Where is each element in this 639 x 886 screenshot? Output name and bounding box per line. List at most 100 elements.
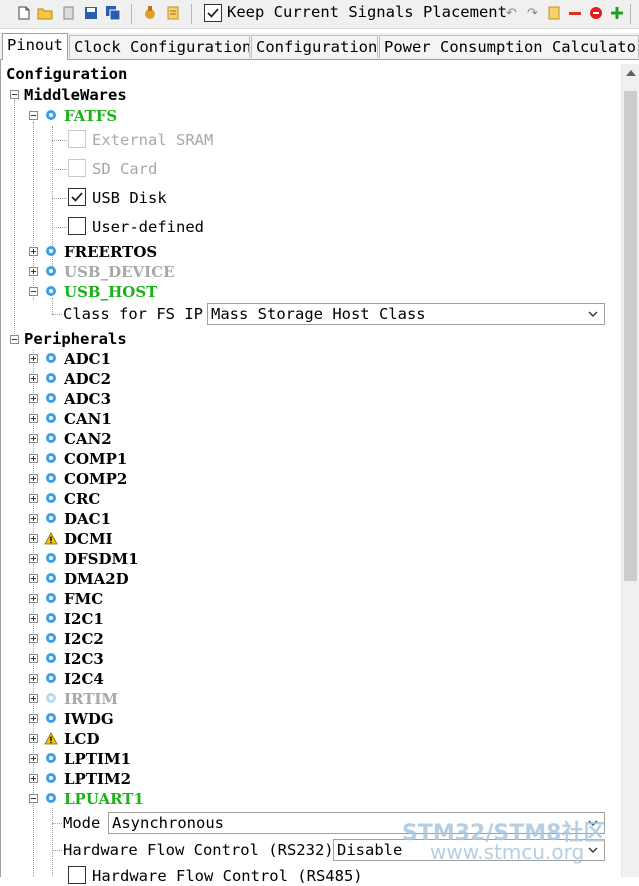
zoom-in-icon[interactable] xyxy=(608,4,625,22)
lptim2-expand-toggle[interactable] xyxy=(29,774,38,783)
tree-node-dac1[interactable]: DAC1 xyxy=(64,509,111,529)
tree-node-irtim[interactable]: IRTIM xyxy=(64,689,118,709)
tree-node-lptim1[interactable]: LPTIM1 xyxy=(64,749,131,769)
scrollbar-thumb[interactable] xyxy=(624,91,637,581)
save-all-icon[interactable] xyxy=(104,4,121,22)
i2c4-expand-toggle[interactable] xyxy=(29,674,38,683)
can1-expand-toggle[interactable] xyxy=(29,414,38,423)
stop-icon[interactable] xyxy=(587,4,604,22)
comp1-expand-toggle[interactable] xyxy=(29,454,38,463)
lcd-expand-toggle[interactable] xyxy=(29,734,38,743)
fatfs-user-defined-checkbox[interactable] xyxy=(68,217,86,235)
usb-host-class-select[interactable]: Mass Storage Host Class xyxy=(207,303,605,325)
zoom-out-icon[interactable] xyxy=(566,4,583,22)
redo-icon[interactable]: ↷ xyxy=(524,4,541,22)
usb-host-collapse-toggle[interactable] xyxy=(29,287,38,296)
lpuart1-hwflow-rs485-checkbox[interactable] xyxy=(68,866,86,884)
dcmi-expand-toggle[interactable] xyxy=(29,534,38,543)
save-icon[interactable] xyxy=(82,4,99,22)
gear-icon xyxy=(46,453,56,463)
tree-node-i2c4[interactable]: I2C4 xyxy=(64,669,104,689)
tree-node-dcmi[interactable]: DCMI xyxy=(64,529,113,549)
tree-node-usb-device[interactable]: USB_DEVICE xyxy=(64,262,175,282)
comp2-expand-toggle[interactable] xyxy=(29,474,38,483)
dfsdm1-expand-toggle[interactable] xyxy=(29,554,38,563)
fmc-expand-toggle[interactable] xyxy=(29,594,38,603)
iwdg-expand-toggle[interactable] xyxy=(29,714,38,723)
tree-node-comp2[interactable]: COMP2 xyxy=(64,469,127,489)
gear-icon xyxy=(46,753,56,763)
clear-pinout-icon[interactable] xyxy=(545,4,562,22)
gear-icon xyxy=(46,793,56,803)
dac1-expand-toggle[interactable] xyxy=(29,514,38,523)
tree-node-dma2d[interactable]: DMA2D xyxy=(64,569,129,589)
tree-node-can2[interactable]: CAN2 xyxy=(64,429,112,449)
dma2d-expand-toggle[interactable] xyxy=(29,574,38,583)
keep-signals-label: Keep Current Signals Placement xyxy=(227,3,507,21)
tab-pinout[interactable]: Pinout xyxy=(2,33,68,60)
warning-icon xyxy=(44,532,58,545)
gear-icon xyxy=(46,633,56,643)
tree-node-middlewares[interactable]: MiddleWares xyxy=(24,85,127,105)
tree-node-adc3[interactable]: ADC3 xyxy=(64,389,111,409)
fatfs-usb-disk-checkbox[interactable] xyxy=(68,188,86,206)
tree-node-i2c3[interactable]: I2C3 xyxy=(64,649,104,669)
tree-node-lcd[interactable]: LCD xyxy=(64,729,100,749)
chevron-down-icon xyxy=(588,311,598,317)
tree-node-crc[interactable]: CRC xyxy=(64,489,100,509)
gear-icon xyxy=(46,593,56,603)
peripherals-collapse-toggle[interactable] xyxy=(10,335,19,344)
tree-node-comp1[interactable]: COMP1 xyxy=(64,449,127,469)
adc1-expand-toggle[interactable] xyxy=(29,354,38,363)
fatfs-usb-disk-label: USB Disk xyxy=(92,189,167,207)
usb-device-expand-toggle[interactable] xyxy=(29,267,38,276)
tree-node-iwdg[interactable]: IWDG xyxy=(64,709,114,729)
keep-signals-checkbox[interactable] xyxy=(204,4,222,22)
tree-node-freertos[interactable]: FREERTOS xyxy=(64,242,157,262)
middlewares-collapse-toggle[interactable] xyxy=(10,90,19,99)
new-project-icon[interactable] xyxy=(15,4,32,22)
generate-code-icon[interactable] xyxy=(141,4,158,22)
tree-node-lptim2[interactable]: LPTIM2 xyxy=(64,769,131,789)
tree-root-configuration: Configuration xyxy=(6,65,128,83)
freertos-expand-toggle[interactable] xyxy=(29,247,38,256)
tree-node-can1[interactable]: CAN1 xyxy=(64,409,112,429)
lpuart1-expand-toggle[interactable] xyxy=(29,794,38,803)
gear-icon xyxy=(46,693,56,703)
gear-icon xyxy=(46,493,56,503)
gear-icon xyxy=(46,373,56,383)
tree-node-lpuart1[interactable]: LPUART1 xyxy=(64,789,144,809)
tree-node-i2c1[interactable]: I2C1 xyxy=(64,609,104,629)
copy-icon[interactable] xyxy=(59,4,76,22)
report-icon[interactable] xyxy=(164,4,181,22)
tree-node-adc1[interactable]: ADC1 xyxy=(64,349,111,369)
fatfs-user-defined-label: User-defined xyxy=(92,218,204,236)
i2c1-expand-toggle[interactable] xyxy=(29,614,38,623)
tree-node-fatfs[interactable]: FATFS xyxy=(64,106,117,126)
fatfs-collapse-toggle[interactable] xyxy=(29,111,38,120)
tree-node-i2c2[interactable]: I2C2 xyxy=(64,629,104,649)
irtim-expand-toggle[interactable] xyxy=(29,694,38,703)
tree-node-usb-host[interactable]: USB_HOST xyxy=(64,282,157,302)
open-folder-icon[interactable] xyxy=(36,4,53,22)
i2c3-expand-toggle[interactable] xyxy=(29,654,38,663)
tab-configuration[interactable]: Configuration xyxy=(251,35,378,58)
adc2-expand-toggle[interactable] xyxy=(29,374,38,383)
scroll-up-arrow-icon[interactable] xyxy=(626,70,636,76)
adc3-expand-toggle[interactable] xyxy=(29,394,38,403)
tree-node-dfsdm1[interactable]: DFSDM1 xyxy=(64,549,139,569)
tab-clock-configuration[interactable]: Clock Configuration xyxy=(69,35,250,58)
toolbar: Keep Current Signals Placement ↶ ↷ xyxy=(0,0,639,29)
tree-vertical-scrollbar[interactable] xyxy=(621,64,639,877)
gear-icon xyxy=(46,553,56,563)
tree-node-peripherals[interactable]: Peripherals xyxy=(24,329,127,349)
tree-node-fmc[interactable]: FMC xyxy=(64,589,103,609)
gear-icon xyxy=(46,433,56,443)
i2c2-expand-toggle[interactable] xyxy=(29,634,38,643)
undo-icon[interactable]: ↶ xyxy=(503,4,520,22)
tab-power-consumption-calculator[interactable]: Power Consumption Calculator xyxy=(379,35,639,58)
can2-expand-toggle[interactable] xyxy=(29,434,38,443)
tree-node-adc2[interactable]: ADC2 xyxy=(64,369,111,389)
lptim1-expand-toggle[interactable] xyxy=(29,754,38,763)
crc-expand-toggle[interactable] xyxy=(29,494,38,503)
